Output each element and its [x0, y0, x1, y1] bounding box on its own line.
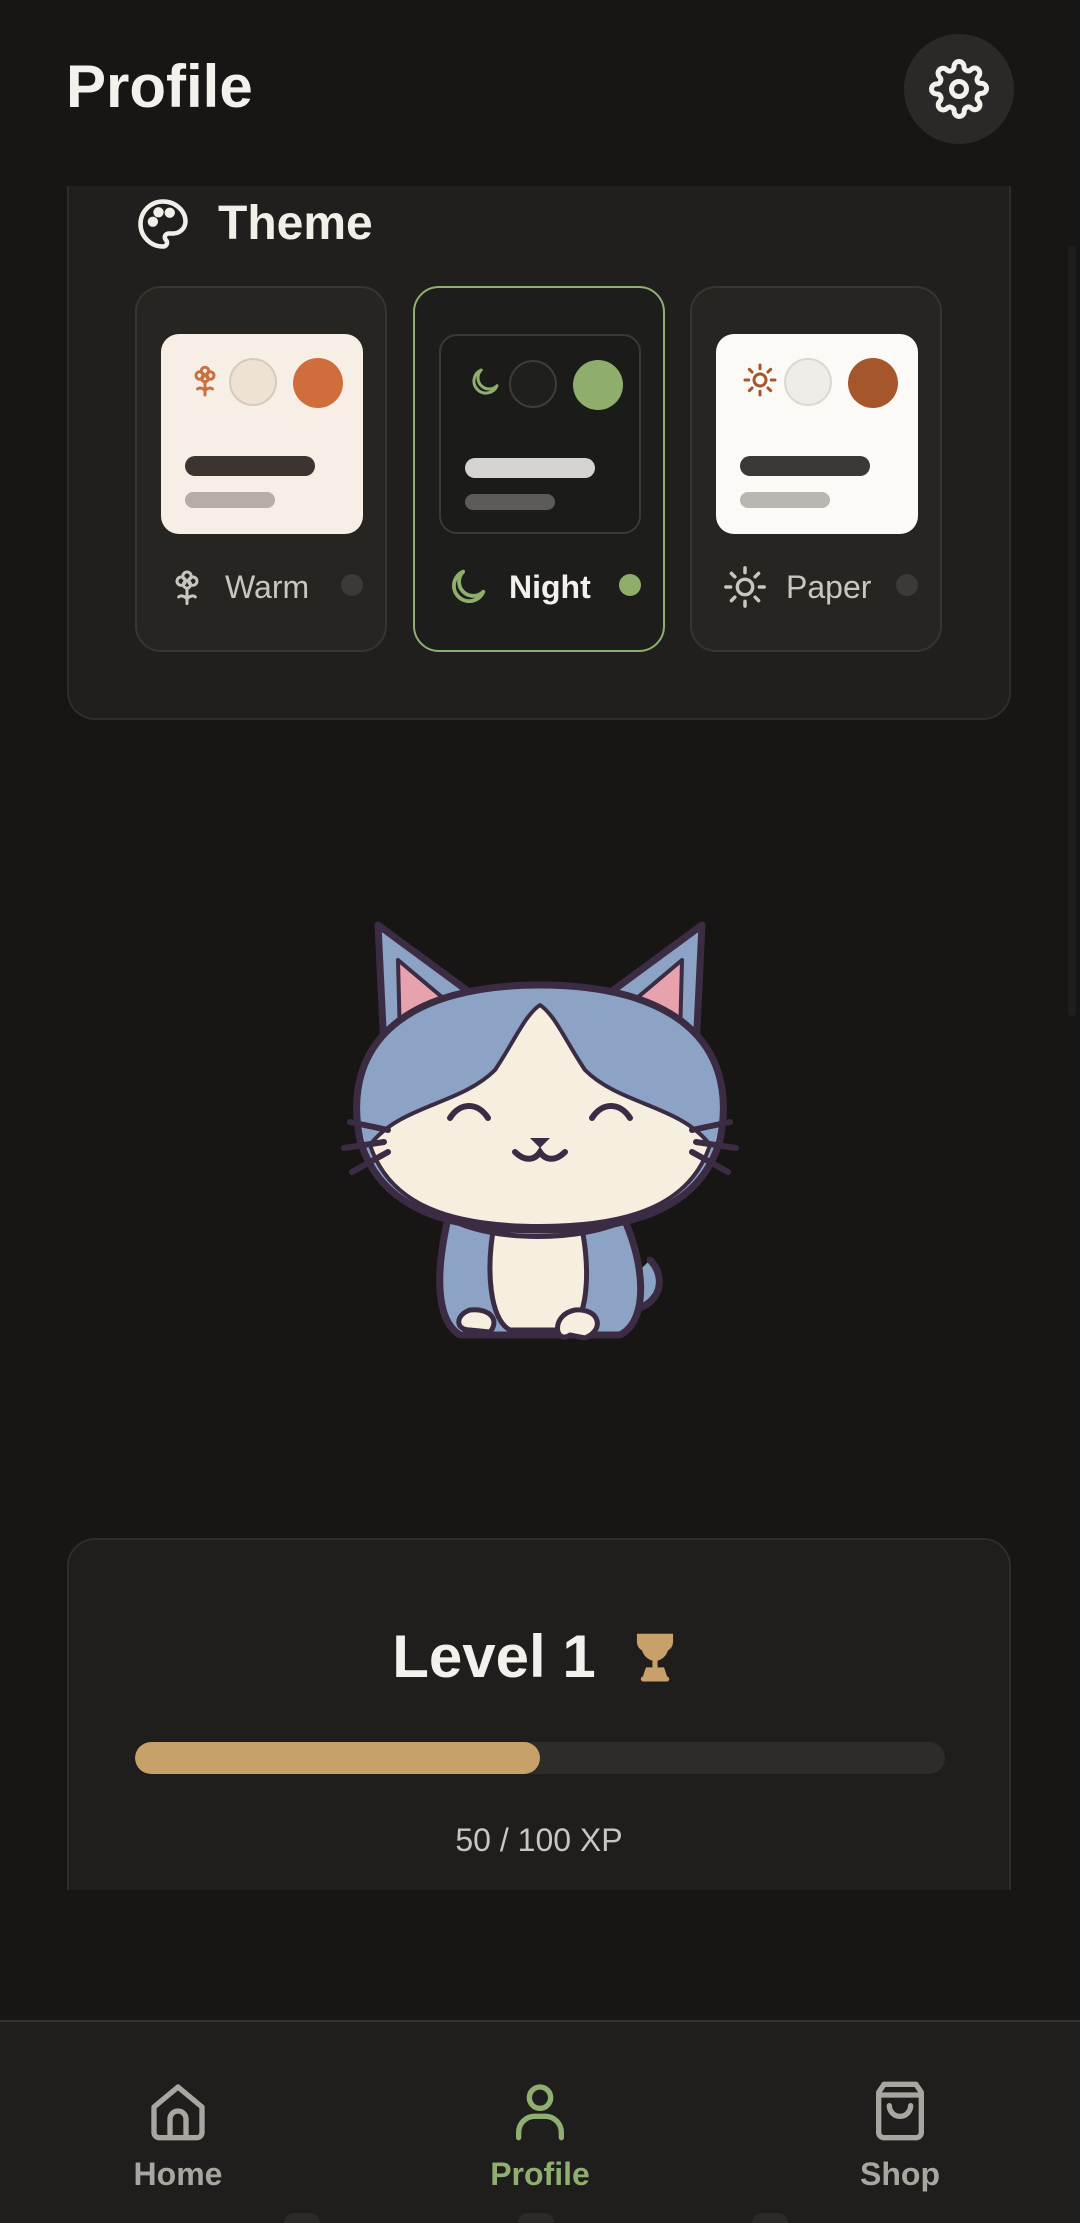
- theme-option-label: Paper: [722, 564, 871, 610]
- moon-icon: [472, 368, 499, 395]
- color-dot-accent: [293, 358, 343, 408]
- xp-progress-bar: [135, 1742, 945, 1774]
- gear-icon: [929, 59, 989, 119]
- level-heading: Level 1: [69, 1622, 1009, 1691]
- sun-icon: [724, 566, 766, 608]
- theme-option-paper[interactable]: Paper: [690, 286, 942, 652]
- level-card: Level 1 50 / 100 XP: [67, 1538, 1011, 1890]
- home-icon: [151, 2084, 205, 2141]
- cat-mascot: [341, 921, 739, 1341]
- color-dot-light: [509, 360, 557, 408]
- trophy-icon: [636, 1633, 673, 1682]
- app-header: Profile: [0, 0, 1080, 186]
- theme-section-header: Theme: [136, 196, 373, 251]
- theme-name-warm: Warm: [225, 568, 310, 605]
- nav-handle: [284, 2213, 320, 2223]
- preview-bar-light: [185, 492, 275, 508]
- flower-icon: [194, 365, 216, 397]
- level-title: Level 1: [392, 1623, 596, 1690]
- color-dot-light: [229, 358, 277, 406]
- theme-name-night: Night: [509, 568, 591, 605]
- nav-item-home[interactable]: Home: [78, 2078, 278, 2193]
- moon-icon: [452, 569, 486, 603]
- theme-preview-paper: [716, 334, 918, 534]
- theme-preview-night: [439, 334, 641, 534]
- nav-handle: [752, 2213, 788, 2223]
- scrollbar[interactable]: [1068, 246, 1076, 1016]
- nav-handle: [518, 2213, 554, 2223]
- nav-label-home: Home: [133, 2156, 223, 2192]
- page-title: Profile: [66, 53, 253, 120]
- radio-indicator: [896, 574, 918, 596]
- palette-icon: [138, 198, 188, 249]
- flower-icon: [175, 570, 199, 606]
- xp-progress-fill: [135, 1742, 540, 1774]
- theme-title: Theme: [218, 197, 373, 250]
- theme-option-label: Warm: [167, 564, 309, 610]
- theme-option-warm[interactable]: Warm: [135, 286, 387, 652]
- nav-label-shop: Shop: [860, 2156, 940, 2192]
- settings-button[interactable]: [904, 34, 1014, 144]
- theme-name-paper: Paper: [786, 568, 872, 605]
- nav-item-profile[interactable]: Profile: [440, 2078, 640, 2193]
- shopping-bag-icon: [876, 2081, 924, 2141]
- preview-bar-dark: [185, 456, 315, 476]
- preview-bar-dark: [740, 456, 870, 476]
- radio-indicator: [341, 574, 363, 596]
- preview-bar-light: [465, 494, 555, 510]
- preview-bar-light: [740, 492, 830, 508]
- preview-bar-dark: [465, 458, 595, 478]
- bottom-navigation: Home Profile Shop: [0, 2020, 1080, 2223]
- nav-item-shop[interactable]: Shop: [800, 2078, 1000, 2193]
- sun-icon: [743, 363, 777, 397]
- xp-text: 50 / 100 XP: [455, 1822, 623, 1858]
- radio-indicator-selected: [619, 574, 641, 596]
- color-dot-light: [784, 358, 832, 406]
- theme-preview-warm: [161, 334, 363, 534]
- color-dot-accent: [848, 358, 898, 408]
- nav-label-profile: Profile: [490, 2156, 590, 2192]
- theme-option-night[interactable]: Night: [413, 286, 665, 652]
- color-dot-accent: [573, 360, 623, 410]
- theme-option-label: Night: [445, 564, 591, 610]
- user-icon: [516, 2084, 564, 2141]
